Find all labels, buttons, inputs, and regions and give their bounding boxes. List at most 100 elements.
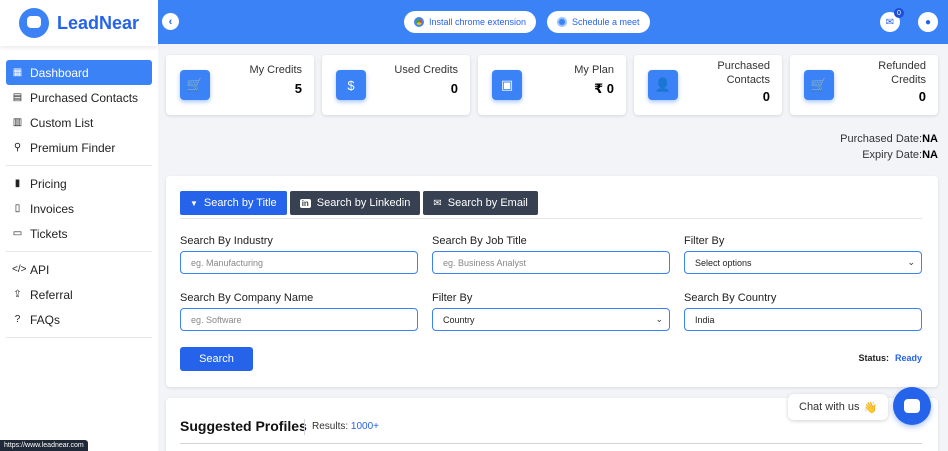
plan-dates: Purchased Date:NA Expiry Date:NA [840, 131, 938, 163]
job-title-input[interactable]: eg. Business Analyst [432, 251, 670, 274]
title-separator [304, 419, 305, 435]
filter-by-label: Filter By [684, 235, 725, 247]
sidebar-item-purchased-contacts[interactable]: ▤ Purchased Contacts [6, 85, 152, 110]
industry-input[interactable]: eg. Manufacturing [180, 251, 418, 274]
sidebar-item-label: Invoices [30, 201, 75, 216]
linkedin-icon: in [299, 198, 311, 208]
sidebar-item-custom-list[interactable]: ▥ Custom List [6, 110, 152, 135]
filter-by-select[interactable]: Select options ⌄ [684, 251, 922, 274]
filter-by-field-group: Filter By Select options ⌄ [684, 235, 922, 274]
stat-card-my-credits: 🛒 My Credits 5 [166, 55, 314, 115]
search-tabs: ▼ Search by Title in Search by Linkedin … [180, 191, 538, 215]
job-title-field-group: Search By Job Title eg. Business Analyst [432, 235, 670, 274]
top-bar: ‹ Install chrome extension Schedule a me… [158, 0, 948, 44]
filter-icon: ▼ [190, 198, 198, 208]
job-title-label: Search By Job Title [432, 235, 527, 247]
suggested-divider [180, 443, 922, 444]
sidebar-item-label: API [30, 262, 50, 277]
country-label: Search By Country [684, 292, 777, 304]
user-icon: 👤 [648, 70, 678, 100]
country-input[interactable]: India [684, 308, 922, 331]
contacts-icon: ▤ [12, 92, 23, 103]
sidebar-item-label: Pricing [30, 176, 67, 191]
sidebar-item-invoices[interactable]: ▯ Invoices [6, 196, 152, 221]
suggested-profiles-title: Suggested Profiles [180, 418, 307, 434]
stat-card-value: ₹ 0 [594, 81, 614, 96]
schedule-meet-button[interactable]: Schedule a meet [547, 11, 650, 33]
filter-by-country-value: Country [443, 314, 475, 325]
user-avatar-icon: ● [924, 16, 932, 28]
stat-card-used-credits: $ Used Credits 0 [322, 55, 470, 115]
brand-logo[interactable]: LeadNear [0, 0, 158, 46]
mail-icon: ✉ [885, 16, 895, 28]
stat-card-label: Used Credits [394, 64, 458, 76]
industry-label: Search By Industry [180, 235, 273, 247]
ticket-icon: ▭ [12, 228, 23, 239]
filter-by-country-field-group: Filter By Country ⌄ [432, 292, 670, 331]
search-panel: ▼ Search by Title in Search by Linkedin … [166, 176, 938, 387]
sidebar-item-tickets[interactable]: ▭ Tickets [6, 221, 152, 246]
company-label: Search By Company Name [180, 292, 314, 304]
pricing-icon: ▮ [14, 178, 21, 189]
dollar-icon: $ [336, 70, 366, 100]
stat-card-label: Refunded Credits [878, 60, 926, 86]
install-chrome-extension-button[interactable]: Install chrome extension [404, 11, 537, 33]
mail-icon: ✉ [433, 197, 442, 209]
tab-label: Search by Email [447, 197, 528, 209]
code-icon: </> [12, 264, 27, 275]
sidebar-item-dashboard[interactable]: ▦ Dashboard [6, 60, 152, 85]
chat-launcher-button[interactable] [893, 387, 931, 425]
brand-name: LeadNear [56, 12, 140, 33]
sidebar-item-label: FAQs [30, 312, 61, 327]
chevron-down-icon: ⌄ [907, 257, 915, 267]
share-icon: ⇪ [13, 289, 22, 300]
notification-count-badge: 0 [894, 8, 904, 18]
stat-card-value: 0 [762, 89, 770, 104]
stat-card-my-plan: ▣ My Plan ₹ 0 [478, 55, 626, 115]
tab-search-by-linkedin[interactable]: in Search by Linkedin [289, 191, 421, 215]
stat-card-refunded-credits: 🛒 Refunded Credits 0 [790, 55, 938, 115]
tab-search-by-email[interactable]: ✉ Search by Email [423, 191, 538, 215]
company-input[interactable]: eg. Software [180, 308, 418, 331]
sidebar-nav: ▦ Dashboard ▤ Purchased Contacts ▥ Custo… [0, 46, 158, 338]
search-button[interactable]: Search [180, 347, 253, 371]
tab-search-by-title[interactable]: ▼ Search by Title [180, 191, 287, 215]
stat-card-value: 0 [450, 81, 458, 96]
schedule-meet-label: Schedule a meet [572, 17, 640, 27]
leadnear-logo-icon [18, 8, 49, 38]
sidebar-item-faqs[interactable]: ? FAQs [6, 307, 152, 332]
tabs-divider [180, 218, 922, 219]
stat-card-label: My Plan [574, 64, 614, 76]
link-status-url: https://www.leadnear.com [0, 440, 88, 451]
notifications-button[interactable]: ✉ 0 [880, 8, 904, 32]
filter-by-label: Filter By [432, 292, 473, 304]
filter-by-country-select[interactable]: Country ⌄ [432, 308, 670, 331]
sidebar-divider [6, 337, 152, 338]
sidebar-item-referral[interactable]: ⇪ Referral [6, 282, 152, 307]
profile-button[interactable]: ● [918, 12, 938, 32]
install-chrome-extension-label: Install chrome extension [429, 17, 527, 27]
list-icon: ▥ [12, 117, 23, 128]
sidebar-item-premium-finder[interactable]: ⚲ Premium Finder [6, 135, 152, 160]
stat-card-purchased-contacts: 👤 Purchased Contacts 0 [634, 55, 782, 115]
filter-by-value: Select options [695, 257, 752, 268]
stat-card-label: My Credits [249, 64, 302, 76]
sidebar-item-label: Purchased Contacts [30, 90, 139, 105]
chat-label: Chat with us [799, 401, 860, 413]
stat-card-value: 0 [918, 89, 926, 104]
sidebar-item-pricing[interactable]: ▮ Pricing [6, 171, 152, 196]
sidebar-divider [6, 165, 152, 166]
chrome-icon [414, 17, 424, 27]
sidebar-item-label: Referral [30, 287, 73, 302]
sidebar-item-label: Tickets [30, 226, 68, 241]
results-count: Results: 1000+ [312, 421, 379, 432]
chevron-down-icon: ⌄ [655, 314, 663, 324]
sidebar-item-label: Dashboard [30, 65, 89, 80]
sidebar-item-api[interactable]: </> API [6, 257, 152, 282]
chat-with-us-bubble[interactable]: Chat with us 👋 [788, 394, 889, 420]
tab-label: Search by Title [203, 197, 277, 209]
industry-field-group: Search By Industry eg. Manufacturing [180, 235, 418, 274]
wallet-icon: ▣ [492, 70, 522, 100]
collapse-sidebar-button[interactable]: ‹ [162, 13, 179, 30]
sidebar-item-label: Custom List [30, 115, 94, 130]
